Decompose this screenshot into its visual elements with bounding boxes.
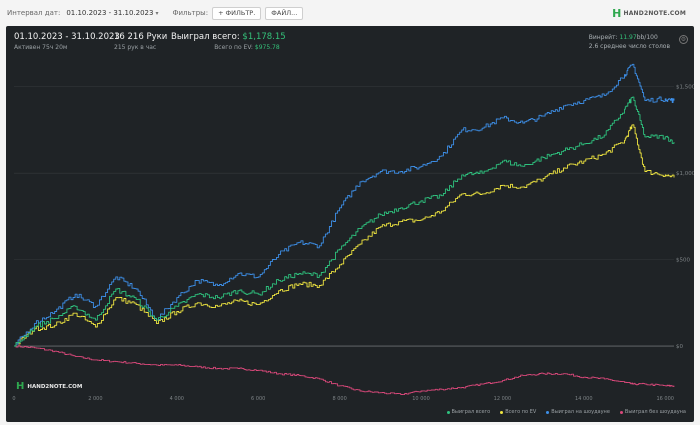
date-interval-label: Интервал дат:: [7, 9, 61, 17]
legend-item-won-total[interactable]: Выиграл всего: [446, 409, 491, 415]
hands-per-hour: 215 рук в час: [114, 44, 157, 51]
legend-label: Выиграл на шоудауне: [551, 409, 610, 415]
series-line: [14, 124, 675, 347]
winrate-unit: bb/100: [636, 34, 658, 41]
winrate-value: 11.97: [619, 34, 637, 41]
series-line: [14, 96, 675, 347]
brand-logo-bottom: H HAND2NOTE.COM: [16, 381, 82, 392]
series-line: [14, 63, 675, 347]
date-range-picker[interactable]: 01.10.2023 - 31.10.2023 ▾: [66, 9, 158, 17]
x-tick-label: 2 000: [88, 396, 102, 402]
brand-name: HAND2NOTE.COM: [623, 10, 686, 17]
legend-label: Выиграл всего: [451, 409, 491, 415]
legend-label: Всего по EV: [505, 409, 537, 415]
x-tick-label: 0: [12, 396, 15, 402]
graph-panel: $0 $500 $1,000 $1,500 0 2 000 4 000 6 000 8 000 1…: [6, 26, 694, 422]
x-tick-label: 4 000: [170, 396, 184, 402]
won-total-value: $1,178.15: [242, 32, 286, 42]
file-button[interactable]: ФАЙЛ...: [265, 6, 304, 20]
x-tick-label: 14 000: [575, 396, 593, 402]
brand-mark-icon: H: [16, 381, 25, 392]
avg-tables: 2.6 среднее число столов: [588, 43, 670, 50]
winrate-stat: Винрейт: 11.97bb/100 2.6 среднее число с…: [589, 33, 670, 51]
brand-logo-top: H HAND2NOTE.COM: [612, 7, 686, 20]
legend-label: Выиграл без шоудауна: [624, 409, 686, 415]
add-filter-label: ФИЛЬТР.: [225, 9, 256, 17]
legend-item-ev-total[interactable]: Всего по EV: [500, 409, 536, 415]
winrate-label: Винрейт:: [588, 34, 618, 41]
active-time: Активен 75ч 20м: [14, 44, 68, 51]
ev-total-value: $975.78: [254, 44, 280, 51]
brand-mark-icon: H: [612, 7, 622, 20]
winnings-stat: Выиграл всего: $1,178.15 Всего по EV: $9…: [171, 32, 286, 51]
x-tick-label: 16 000: [656, 396, 674, 402]
legend-dot: [619, 410, 623, 414]
y-tick-label: $500: [676, 258, 690, 264]
y-tick-label: $1,000: [676, 171, 694, 177]
legend-dot: [546, 410, 550, 414]
hands-count: 16 216 Руки: [114, 32, 168, 42]
legend-dot: [500, 410, 504, 414]
plus-icon: +: [218, 9, 224, 17]
x-tick-label: 6 000: [251, 396, 265, 402]
legend-item-won-showdown[interactable]: Выиграл на шоудауне: [546, 409, 610, 415]
file-button-label: ФАЙЛ...: [271, 9, 298, 17]
gear-icon[interactable]: ⚙: [679, 35, 688, 44]
period-value: 01.10.2023 - 31.10.2023: [14, 32, 120, 42]
date-range-value: 01.10.2023 - 31.10.2023: [66, 9, 154, 17]
y-tick-label: $0: [676, 344, 683, 350]
series-line: [14, 345, 675, 396]
add-filter-button[interactable]: + ФИЛЬТР.: [212, 6, 262, 20]
y-tick-label: $1,500: [676, 85, 694, 91]
x-tick-label: 8 000: [332, 396, 346, 402]
top-toolbar: Интервал дат: 01.10.2023 - 31.10.2023 ▾ …: [0, 0, 700, 26]
chevron-down-icon[interactable]: ▾: [155, 10, 158, 17]
brand-name: HAND2NOTE.COM: [27, 383, 83, 390]
period-stat: 01.10.2023 - 31.10.2023 Активен 75ч 20м: [14, 32, 120, 51]
ev-total-label: Всего по EV:: [214, 44, 253, 51]
won-total-label: Выиграл всего:: [171, 32, 240, 42]
legend-item-won-no-showdown[interactable]: Выиграл без шоудауна: [619, 409, 686, 415]
x-tick-label: 12 000: [494, 396, 512, 402]
legend-dot: [446, 410, 450, 414]
results-chart: $0 $500 $1,000 $1,500 0 2 000 4 000 6 000 8 000 1…: [12, 63, 694, 402]
filters-label: Фильтры:: [172, 9, 209, 17]
x-tick-label: 10 000: [412, 396, 430, 402]
hands-stat: 16 216 Руки 215 рук в час: [114, 32, 167, 51]
chart-legend: Выиграл всего Всего по EV Выиграл на шоу…: [446, 409, 686, 415]
